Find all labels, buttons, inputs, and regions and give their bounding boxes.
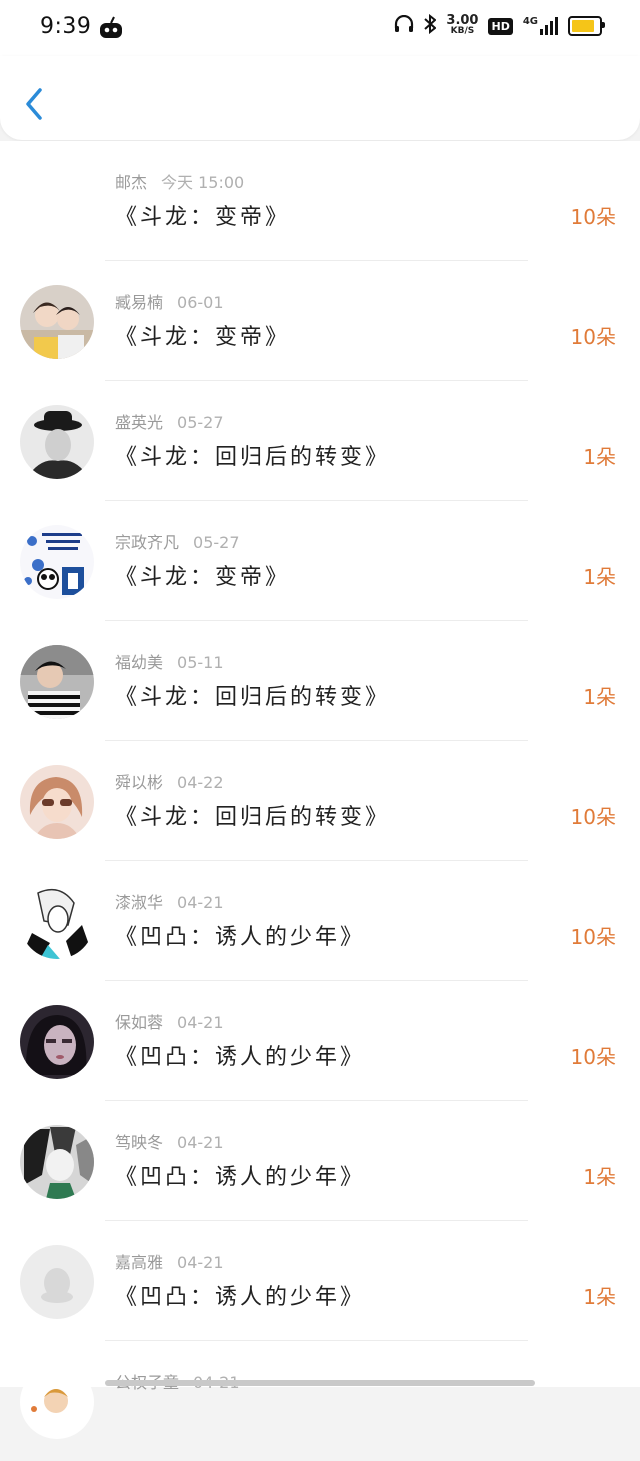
list-item[interactable]: 臧易楠 06-01 《斗龙：变帝》 10朵	[0, 261, 640, 381]
user-name: 福幼美	[115, 653, 164, 672]
headphones-icon	[394, 14, 414, 37]
flower-count: 1朵	[583, 685, 616, 709]
list-item[interactable]: 漆淑华 04-21 《凹凸：诱人的少年》 10朵	[0, 861, 640, 981]
item-date: 04-21	[177, 893, 224, 912]
item-date: 04-21	[177, 1253, 224, 1272]
list-item[interactable]: 舜以彬 04-22 《斗龙：回归后的转变》 10朵	[0, 741, 640, 861]
flower-count: 1朵	[583, 1285, 616, 1309]
scroll-indicator[interactable]	[105, 1380, 535, 1386]
flower-count: 10朵	[570, 205, 616, 229]
user-name: 嘉高雅	[115, 1253, 164, 1272]
list-item[interactable]: 公权子童04-21	[0, 1341, 640, 1461]
user-name: 保如蓉	[115, 1013, 164, 1032]
avatar[interactable]	[20, 1245, 94, 1319]
status-icons: 3.00 KB/S HD 4G	[394, 13, 605, 38]
avatar[interactable]	[20, 645, 94, 719]
user-name: 舜以彬	[115, 773, 164, 792]
list-item[interactable]: 邮杰 今天 15:00 《斗龙：变帝》 10朵	[0, 141, 640, 261]
flower-count: 10朵	[570, 1045, 616, 1069]
list-item[interactable]: 福幼美 05-11 《斗龙：回归后的转变》 1朵	[0, 621, 640, 741]
book-title: 《凹凸：诱人的少年》	[115, 1045, 366, 1070]
user-name: 宗政齐凡	[115, 533, 180, 552]
flower-count: 10朵	[570, 925, 616, 949]
avatar[interactable]	[20, 765, 94, 839]
avatar[interactable]	[20, 885, 94, 959]
flower-count: 1朵	[583, 565, 616, 589]
back-arrow-icon[interactable]	[22, 86, 46, 126]
avatar[interactable]	[20, 1005, 94, 1079]
gift-record-list: 邮杰 今天 15:00 《斗龙：变帝》 10朵 臧易楠 06-01 《斗龙：变帝》 …	[0, 141, 640, 1439]
book-title: 《斗龙：回归后的转变》	[115, 805, 391, 830]
bluetooth-icon	[424, 13, 437, 38]
hd-badge: HD	[488, 17, 513, 35]
user-name: 邮杰	[115, 173, 148, 192]
book-title: 《凹凸：诱人的少年》	[115, 1165, 366, 1190]
user-name: 笃映冬	[115, 1133, 164, 1152]
user-name: 臧易楠	[115, 293, 164, 312]
book-title: 《斗龙：变帝》	[115, 565, 291, 590]
avatar[interactable]	[20, 1365, 94, 1439]
list-item[interactable]: 宗政齐凡 05-27 《斗龙：变帝》 1朵	[0, 501, 640, 621]
list-item[interactable]: 盛英光 05-27 《斗龙：回归后的转变》 1朵	[0, 381, 640, 501]
battery-icon	[568, 16, 605, 36]
avatar[interactable]	[20, 405, 94, 479]
network-speed: 3.00 KB/S	[446, 13, 479, 36]
flower-count: 1朵	[583, 1165, 616, 1189]
book-title: 《斗龙：变帝》	[115, 205, 291, 230]
avatar[interactable]	[20, 525, 94, 599]
item-date: 04-21	[177, 1133, 224, 1152]
signal-icon: 4G	[523, 17, 558, 35]
item-date: 05-11	[177, 653, 224, 672]
list-item[interactable]: 保如蓉 04-21 《凹凸：诱人的少年》 10朵	[0, 981, 640, 1101]
item-date: 05-27	[193, 533, 240, 552]
avatar[interactable]	[20, 285, 94, 359]
avatar[interactable]	[20, 1125, 94, 1199]
flower-count: 10朵	[570, 325, 616, 349]
network-type: 4G	[522, 16, 538, 27]
user-name: 漆淑华	[115, 893, 164, 912]
item-date: 04-21	[177, 1013, 224, 1032]
item-date: 06-01	[177, 293, 224, 312]
flower-count: 10朵	[570, 805, 616, 829]
book-title: 《斗龙：变帝》	[115, 325, 291, 350]
app-notification-icon	[98, 16, 124, 44]
book-title: 《斗龙：回归后的转变》	[115, 445, 391, 470]
book-title: 《凹凸：诱人的少年》	[115, 1285, 366, 1310]
list-item[interactable]: 笃映冬 04-21 《凹凸：诱人的少年》 1朵	[0, 1101, 640, 1221]
flower-count: 1朵	[583, 445, 616, 469]
nav-bar	[0, 56, 640, 140]
item-date: 05-27	[177, 413, 224, 432]
book-title: 《斗龙：回归后的转变》	[115, 685, 391, 710]
status-time: 9:39	[40, 14, 92, 39]
user-name: 盛英光	[115, 413, 164, 432]
list-item[interactable]: 嘉高雅 04-21 《凹凸：诱人的少年》 1朵	[0, 1221, 640, 1341]
item-date: 今天 15:00	[161, 173, 245, 192]
item-date: 04-22	[177, 773, 224, 792]
status-bar: 9:39 3.00 KB/S HD 4G	[0, 0, 640, 56]
book-title: 《凹凸：诱人的少年》	[115, 925, 366, 950]
